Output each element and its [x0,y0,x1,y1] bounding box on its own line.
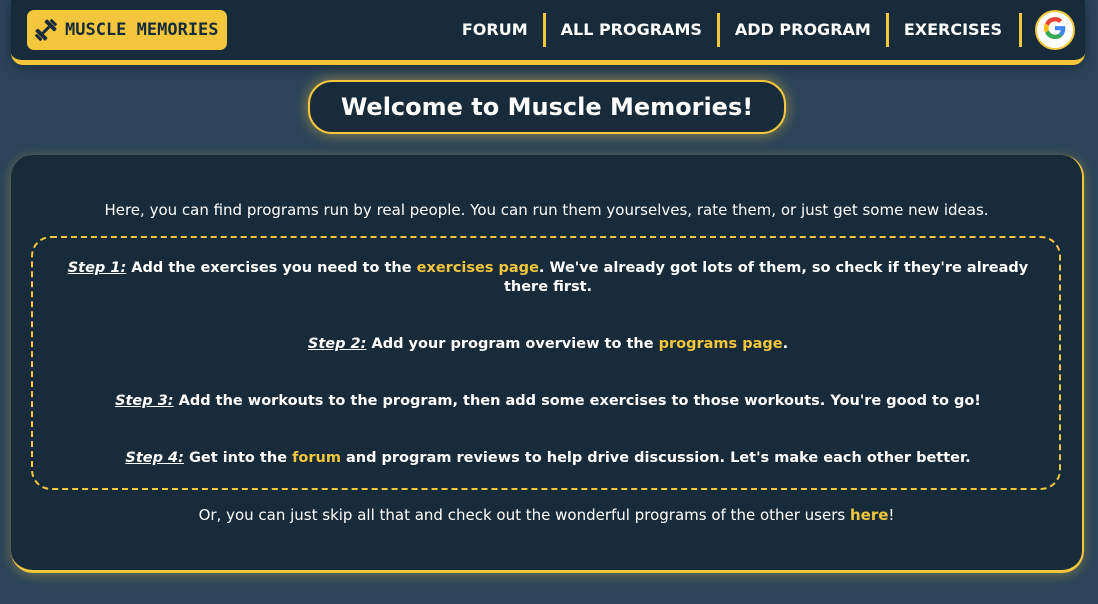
outro-text-after: ! [888,506,895,524]
nav-divider [1019,13,1022,47]
dumbbell-icon [33,17,59,43]
outro-text-before: Or, you can just skip all that and check… [198,506,850,524]
main-card: Here, you can find programs run by real … [11,155,1084,573]
navbar: MUSCLE MEMORIES FORUM ALL PROGRAMS ADD P… [11,0,1085,65]
nav-link-forum[interactable]: FORUM [447,13,543,47]
step-1-label: Step 1: [67,260,127,276]
nav-link-add-program[interactable]: ADD PROGRAM [716,13,886,47]
step-4-text-after: and program reviews to help drive discus… [340,450,971,466]
exercises-page-link[interactable]: exercises page [417,260,539,276]
steps-box: Step 1: Add the exercises you need to th… [31,236,1061,490]
outro-text: Or, you can just skip all that and check… [11,506,1082,524]
forum-link[interactable]: forum [292,450,341,466]
here-link[interactable]: here [850,506,888,524]
nav-links: FORUM ALL PROGRAMS ADD PROGRAM EXERCISES [447,13,1017,47]
google-icon [1044,17,1066,43]
step-1-text: Add the exercises you need to the [126,260,417,276]
step-4-text: Get into the [183,450,293,466]
logo[interactable]: MUSCLE MEMORIES [27,10,227,50]
step-3-text: Add the workouts to the program, then ad… [173,393,981,409]
step-2-label: Step 2: [307,336,367,352]
step-3-label: Step 3: [115,393,174,409]
page-title: Welcome to Muscle Memories! [340,93,754,121]
step-2-text-after: . [782,336,789,352]
step-4: Step 4: Get into the forum and program r… [53,449,1043,468]
logo-text: MUSCLE MEMORIES [65,20,219,40]
google-sign-in-button[interactable] [1035,10,1075,50]
welcome-banner: Welcome to Muscle Memories! [308,80,786,134]
step-1: Step 1: Add the exercises you need to th… [53,259,1043,297]
step-4-label: Step 4: [125,450,184,466]
nav-link-exercises[interactable]: EXERCISES [885,13,1017,47]
nav-link-all-programs[interactable]: ALL PROGRAMS [542,13,717,47]
step-3: Step 3: Add the workouts to the program,… [53,392,1043,411]
intro-text: Here, you can find programs run by real … [104,201,989,219]
step-2: Step 2: Add your program overview to the… [53,335,1043,354]
programs-page-link[interactable]: programs page [659,336,783,352]
step-2-text: Add your program overview to the [366,336,659,352]
step-1-text-after: . We've already got lots of them, so che… [503,260,1029,295]
